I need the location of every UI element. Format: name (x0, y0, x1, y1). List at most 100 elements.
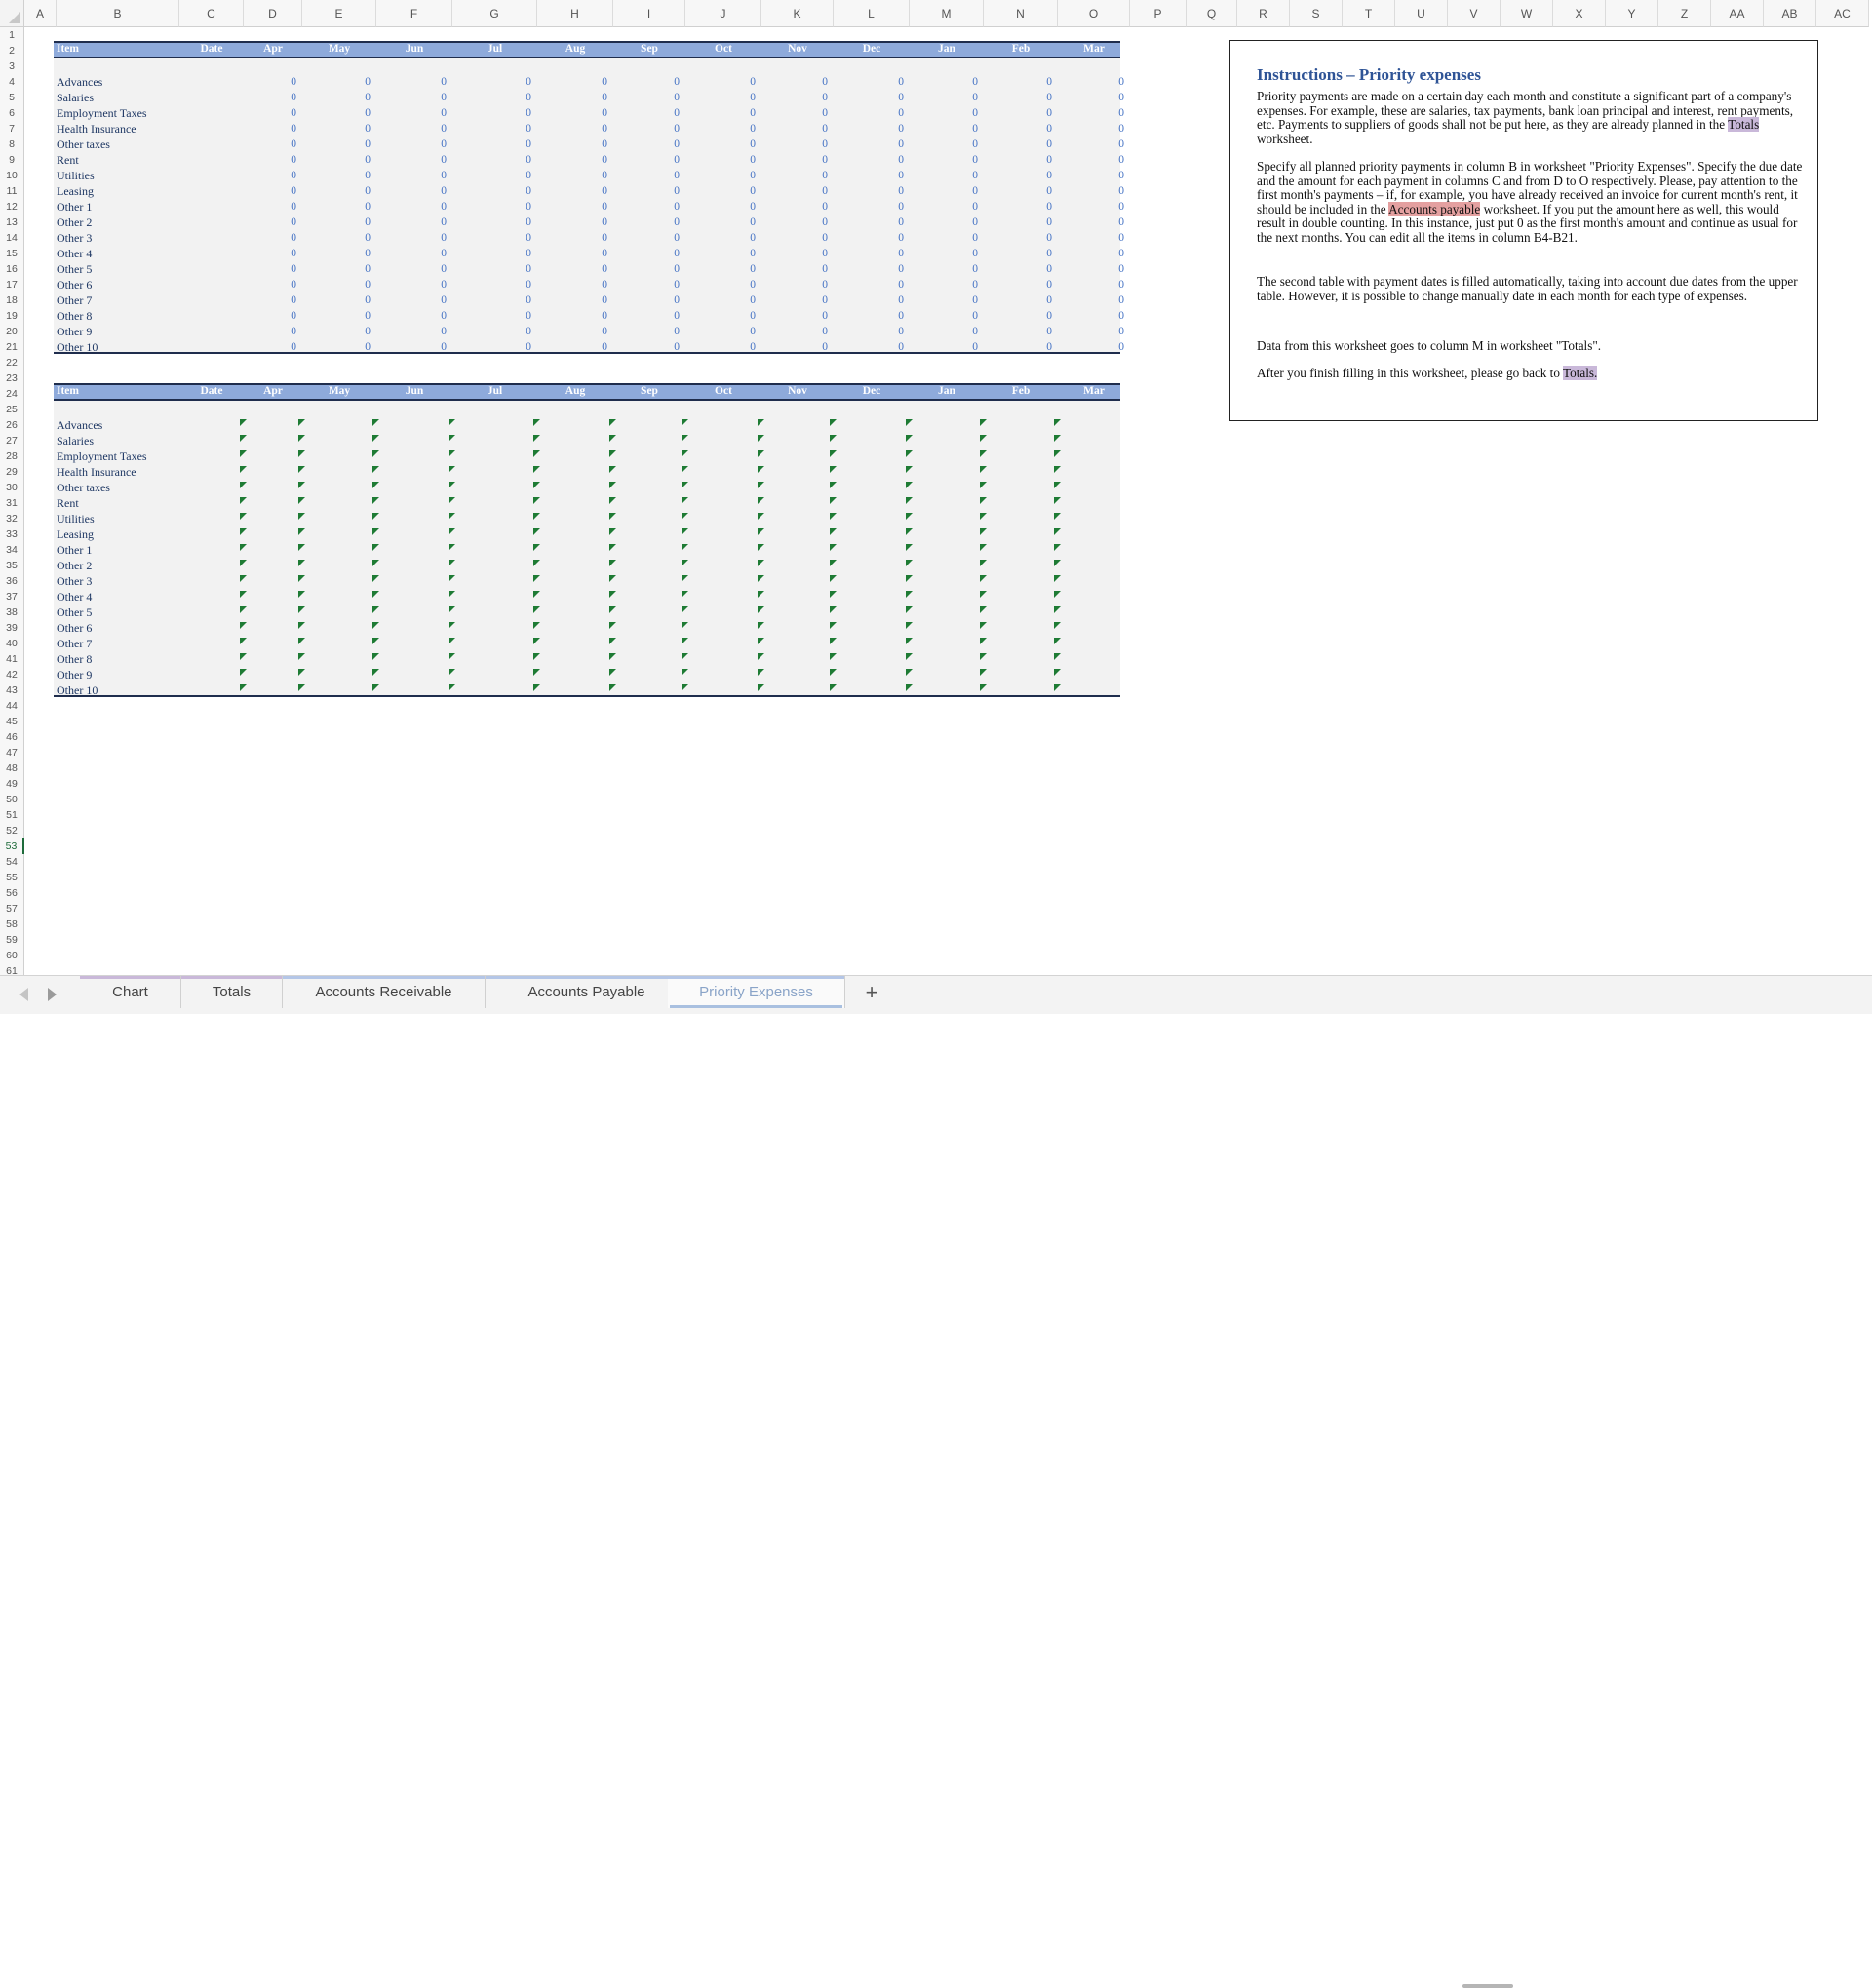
row-header-58[interactable]: 58 (0, 916, 24, 932)
date-cell-error-flag-icon[interactable] (609, 544, 616, 551)
date-cell-error-flag-icon[interactable] (533, 653, 540, 660)
date-cell-error-flag-icon[interactable] (533, 497, 540, 504)
date-cell-error-flag-icon[interactable] (609, 435, 616, 442)
amount-cell[interactable]: 0 (244, 308, 296, 324)
row-header-47[interactable]: 47 (0, 745, 24, 760)
amount-cell[interactable]: 0 (376, 261, 447, 277)
date-cell-error-flag-icon[interactable] (758, 560, 764, 566)
amount-cell[interactable]: 0 (834, 261, 904, 277)
date-cell-error-flag-icon[interactable] (448, 497, 455, 504)
amount-cell[interactable]: 0 (1058, 230, 1124, 246)
amount-cell[interactable]: 0 (537, 277, 607, 292)
amount-cell[interactable]: 0 (302, 308, 370, 324)
amount-cell[interactable]: 0 (910, 121, 978, 136)
amount-cell[interactable]: 0 (984, 168, 1052, 183)
upper-item-label[interactable]: Other 8 (57, 308, 92, 324)
amount-cell[interactable]: 0 (1058, 183, 1124, 199)
date-cell-error-flag-icon[interactable] (906, 528, 913, 535)
row-header-59[interactable]: 59 (0, 932, 24, 948)
date-cell-error-flag-icon[interactable] (448, 638, 455, 644)
date-cell-error-flag-icon[interactable] (906, 544, 913, 551)
amount-cell[interactable]: 0 (244, 230, 296, 246)
sheet-tab-accounts-receivable[interactable]: Accounts Receivable (283, 976, 486, 1008)
column-header-AC[interactable]: AC (1816, 0, 1869, 27)
date-cell-error-flag-icon[interactable] (980, 669, 987, 676)
date-cell-error-flag-icon[interactable] (1054, 419, 1061, 426)
row-header-14[interactable]: 14 (0, 230, 24, 246)
amount-cell[interactable]: 0 (984, 90, 1052, 105)
date-cell-error-flag-icon[interactable] (298, 575, 305, 582)
date-cell-error-flag-icon[interactable] (448, 560, 455, 566)
row-header-1[interactable]: 1 (0, 27, 24, 43)
amount-cell[interactable]: 0 (761, 105, 828, 121)
row-header-52[interactable]: 52 (0, 823, 24, 838)
amount-cell[interactable]: 0 (613, 230, 680, 246)
date-cell-error-flag-icon[interactable] (906, 684, 913, 691)
amount-cell[interactable]: 0 (244, 136, 296, 152)
date-cell-error-flag-icon[interactable] (240, 435, 247, 442)
date-cell-error-flag-icon[interactable] (682, 575, 688, 582)
date-cell-error-flag-icon[interactable] (372, 435, 379, 442)
date-cell-error-flag-icon[interactable] (609, 575, 616, 582)
amount-cell[interactable]: 0 (376, 214, 447, 230)
select-all-corner[interactable] (0, 0, 24, 27)
amount-cell[interactable]: 0 (613, 90, 680, 105)
date-cell-error-flag-icon[interactable] (533, 669, 540, 676)
date-cell-error-flag-icon[interactable] (980, 513, 987, 520)
date-cell-error-flag-icon[interactable] (448, 544, 455, 551)
amount-cell[interactable]: 0 (244, 152, 296, 168)
amount-cell[interactable]: 0 (761, 277, 828, 292)
amount-cell[interactable]: 0 (1058, 214, 1124, 230)
amount-cell[interactable]: 0 (910, 136, 978, 152)
date-cell-error-flag-icon[interactable] (372, 513, 379, 520)
date-cell-error-flag-icon[interactable] (1054, 497, 1061, 504)
date-cell-error-flag-icon[interactable] (830, 684, 837, 691)
date-cell-error-flag-icon[interactable] (1054, 575, 1061, 582)
amount-cell[interactable]: 0 (984, 74, 1052, 90)
date-cell-error-flag-icon[interactable] (1054, 435, 1061, 442)
amount-cell[interactable]: 0 (613, 183, 680, 199)
accounts-payable-link[interactable]: Accounts payable (1388, 201, 1481, 216)
amount-cell[interactable]: 0 (685, 136, 756, 152)
lower-item-label[interactable]: Other 3 (57, 573, 92, 589)
date-cell-error-flag-icon[interactable] (682, 482, 688, 488)
column-header-A[interactable]: A (24, 0, 57, 27)
amount-cell[interactable]: 0 (984, 277, 1052, 292)
amount-cell[interactable]: 0 (244, 199, 296, 214)
amount-cell[interactable]: 0 (834, 199, 904, 214)
date-cell-error-flag-icon[interactable] (758, 638, 764, 644)
row-header-22[interactable]: 22 (0, 355, 24, 370)
column-header-V[interactable]: V (1448, 0, 1501, 27)
row-header-3[interactable]: 3 (0, 58, 24, 74)
amount-cell[interactable]: 0 (984, 261, 1052, 277)
amount-cell[interactable]: 0 (537, 308, 607, 324)
upper-item-label[interactable]: Other taxes (57, 136, 110, 152)
date-cell-error-flag-icon[interactable] (906, 575, 913, 582)
date-cell-error-flag-icon[interactable] (682, 497, 688, 504)
amount-cell[interactable]: 0 (452, 90, 531, 105)
amount-cell[interactable]: 0 (302, 136, 370, 152)
amount-cell[interactable]: 0 (761, 121, 828, 136)
date-cell-error-flag-icon[interactable] (682, 638, 688, 644)
row-header-13[interactable]: 13 (0, 214, 24, 230)
column-header-Z[interactable]: Z (1658, 0, 1711, 27)
row-header-18[interactable]: 18 (0, 292, 24, 308)
column-header-K[interactable]: K (761, 0, 834, 27)
row-header-40[interactable]: 40 (0, 636, 24, 651)
amount-cell[interactable]: 0 (685, 292, 756, 308)
date-cell-error-flag-icon[interactable] (298, 513, 305, 520)
amount-cell[interactable]: 0 (984, 308, 1052, 324)
amount-cell[interactable]: 0 (244, 277, 296, 292)
lower-item-label[interactable]: Salaries (57, 433, 94, 448)
amount-cell[interactable]: 0 (537, 105, 607, 121)
date-cell-error-flag-icon[interactable] (830, 638, 837, 644)
date-cell-error-flag-icon[interactable] (533, 560, 540, 566)
date-cell-error-flag-icon[interactable] (298, 669, 305, 676)
date-cell-error-flag-icon[interactable] (533, 450, 540, 457)
date-cell-error-flag-icon[interactable] (533, 575, 540, 582)
amount-cell[interactable]: 0 (984, 105, 1052, 121)
row-header-7[interactable]: 7 (0, 121, 24, 136)
amount-cell[interactable]: 0 (613, 168, 680, 183)
date-cell-error-flag-icon[interactable] (609, 466, 616, 473)
date-cell-error-flag-icon[interactable] (240, 466, 247, 473)
